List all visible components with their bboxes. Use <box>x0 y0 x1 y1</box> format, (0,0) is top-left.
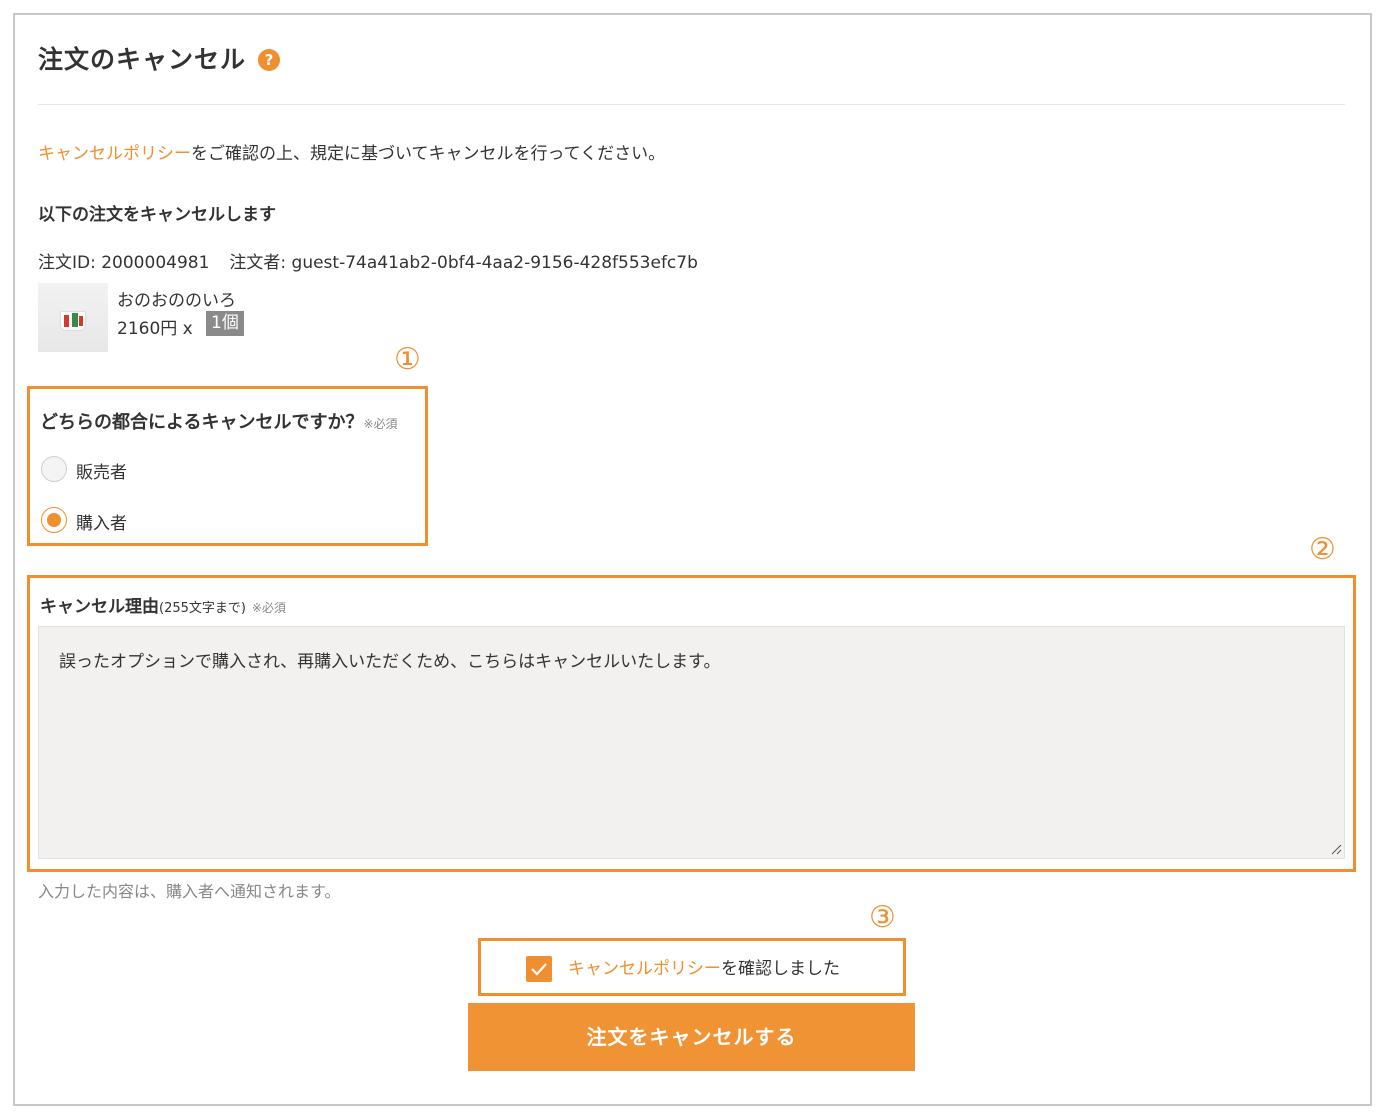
cancel-order-button[interactable]: 注文をキャンセルする <box>468 1003 915 1071</box>
intro-body: をご確認の上、規定に基づいてキャンセルを行ってください。 <box>191 144 666 164</box>
cancel-policy-link[interactable]: キャンセルポリシー <box>568 959 721 979</box>
intro-text: キャンセルポリシーをご確認の上、規定に基づいてキャンセルを行ってください。 <box>38 139 665 164</box>
order-id: 注文ID: 2000004981 <box>38 253 210 273</box>
cancel-policy-link[interactable]: キャンセルポリシー <box>38 144 191 164</box>
reason-textarea[interactable]: 誤ったオプションで購入され、再購入いただくため、こちらはキャンセルいたします。 <box>38 626 1345 859</box>
radio-buyer[interactable] <box>41 507 67 533</box>
quantity-badge: 1個 <box>206 311 244 336</box>
page-title: 注文のキャンセル <box>38 45 247 74</box>
resize-grip-icon[interactable] <box>1330 843 1342 855</box>
confirm-policy-label[interactable]: キャンセルポリシーを確認しました <box>568 956 840 982</box>
order-heading: 以下の注文をキャンセルします <box>38 205 276 225</box>
product-price: 2160円 x <box>117 319 193 339</box>
order-info: 注文ID: 2000004981 注文者: guest-74a41ab2-0bf4… <box>38 248 698 273</box>
fault-question-label: どちらの都合によるキャンセルですか？※必須 <box>40 412 398 433</box>
radio-seller-label[interactable]: 販売者 <box>76 458 127 483</box>
callout-2: ② <box>1309 532 1336 567</box>
required-mark: ※必須 <box>363 417 398 431</box>
callout-3: ③ <box>869 900 896 935</box>
reason-label: キャンセル理由(255文字まで) ※必須 <box>40 597 286 617</box>
check-icon <box>531 963 547 976</box>
help-icon[interactable]: ? <box>258 49 280 71</box>
product-name: おのおののいろ <box>117 291 236 311</box>
orderer: 注文者: guest-74a41ab2-0bf4-4aa2-9156-428f5… <box>229 253 698 273</box>
required-mark: ※必須 <box>251 601 286 615</box>
radio-buyer-label[interactable]: 購入者 <box>76 509 127 534</box>
reason-limit: (255文字まで) <box>159 601 246 616</box>
notify-hint: 入力した内容は、購入者へ通知されます。 <box>38 882 341 901</box>
radio-seller[interactable] <box>41 456 67 482</box>
callout-1: ① <box>394 342 421 377</box>
confirm-policy-checkbox[interactable] <box>526 956 552 982</box>
product-thumbnail <box>38 283 108 352</box>
divider <box>38 104 1345 105</box>
